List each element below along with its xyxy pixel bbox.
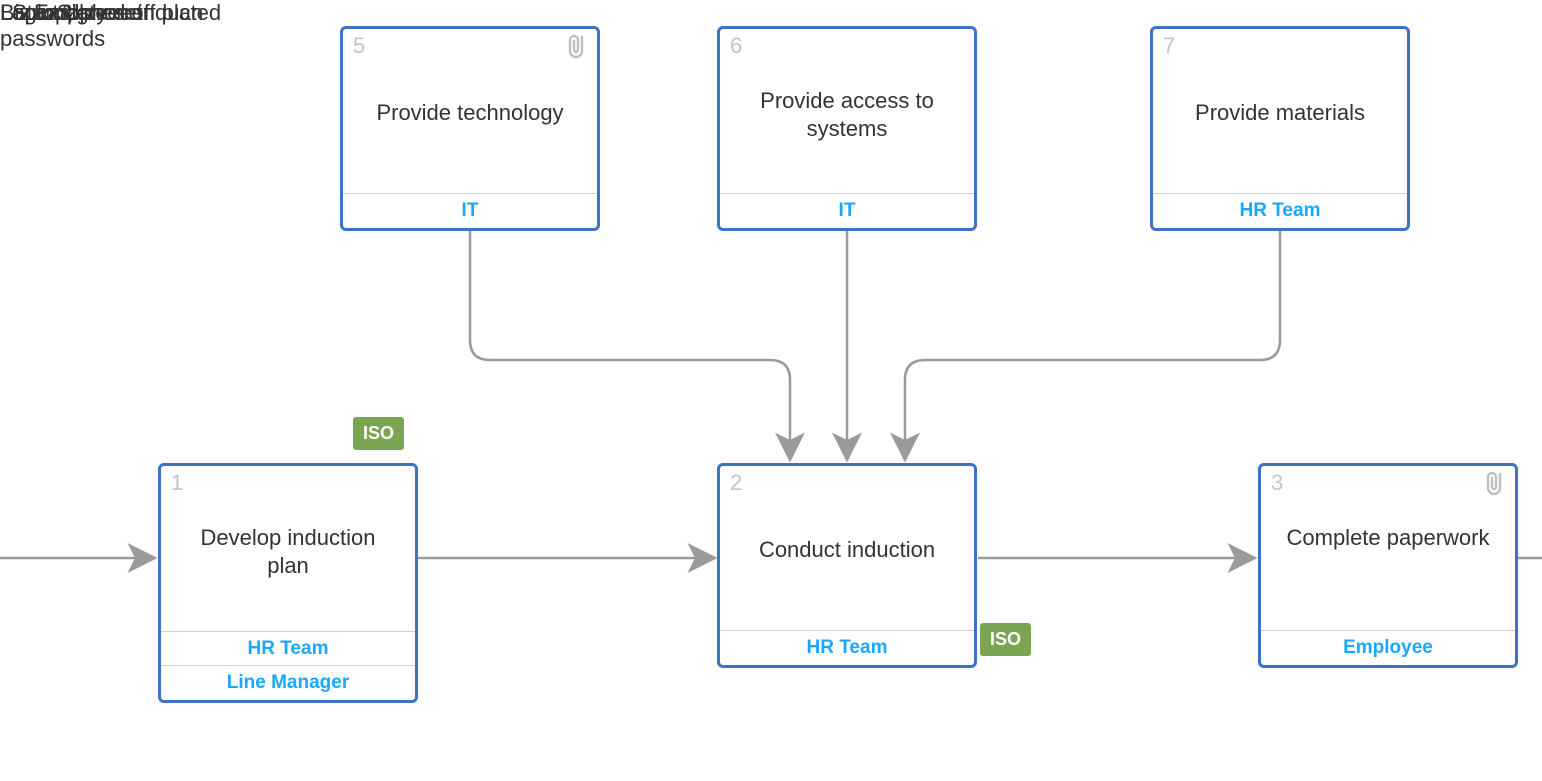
role-row[interactable]: Line Manager — [161, 665, 415, 700]
role-row[interactable]: HR Team — [1153, 193, 1407, 228]
node-title: Develop induction plan — [161, 524, 415, 579]
role-row[interactable]: Employee — [1261, 630, 1515, 665]
node-title: Conduct induction — [720, 536, 974, 564]
process-node-5[interactable]: 5 Provide technology IT — [340, 26, 600, 231]
node-number: 5 — [353, 33, 365, 59]
role-row[interactable]: HR Team — [720, 630, 974, 665]
role-row[interactable]: IT — [720, 193, 974, 228]
node-title: Provide materials — [1153, 99, 1407, 127]
iso-tag[interactable]: ISO — [980, 623, 1031, 656]
role-row[interactable]: HR Team — [161, 631, 415, 666]
node-title: Complete paperwork — [1261, 524, 1515, 552]
node-number: 3 — [1271, 470, 1283, 496]
node-title: Provide access to systems — [720, 87, 974, 142]
attachment-icon — [1483, 470, 1507, 503]
process-node-2[interactable]: 2 Conduct induction HR Team — [717, 463, 977, 668]
node-number: 2 — [730, 470, 742, 496]
attachment-icon — [565, 33, 589, 66]
process-node-7[interactable]: 7 Provide materials HR Team — [1150, 26, 1410, 231]
edge-label-7-2: Biz cards — [0, 0, 150, 26]
node-number: 6 — [730, 33, 742, 59]
iso-tag[interactable]: ISO — [353, 417, 404, 450]
edge-7-to-2 — [905, 231, 1280, 460]
edge-5-to-2 — [470, 231, 790, 460]
node-number: 7 — [1163, 33, 1175, 59]
process-node-1[interactable]: 1 Develop induction plan HR Team Line Ma… — [158, 463, 418, 703]
role-row[interactable]: IT — [343, 193, 597, 228]
process-node-3[interactable]: 3 Complete paperwork Employee — [1258, 463, 1518, 668]
node-title: Provide technology — [343, 99, 597, 127]
process-node-6[interactable]: 6 Provide access to systems IT — [717, 26, 977, 231]
node-number: 1 — [171, 470, 183, 496]
